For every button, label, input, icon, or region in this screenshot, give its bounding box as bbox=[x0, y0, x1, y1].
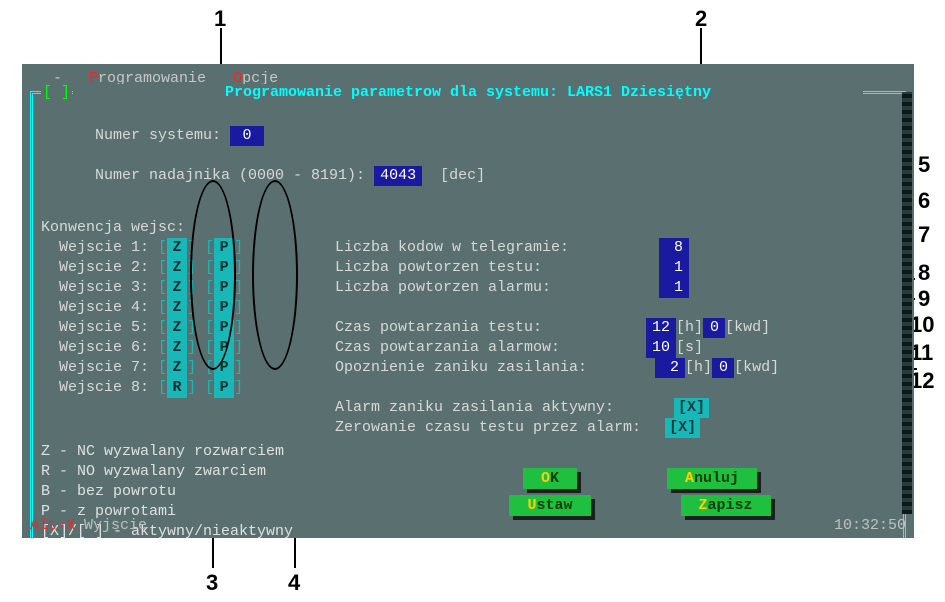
frame-title: Programowanie parametrow dla systemu: LA… bbox=[73, 84, 863, 101]
zapisz-button[interactable]: Zapisz bbox=[681, 495, 771, 516]
liczba-powt-alarmu-label: Liczba powtorzen alarmu: bbox=[335, 279, 551, 296]
wejscie-5-b[interactable]: P bbox=[214, 318, 234, 338]
wejscie-6-a[interactable]: Z bbox=[167, 338, 187, 358]
wejscie-1-b[interactable]: P bbox=[214, 238, 234, 258]
wejscie-7-a[interactable]: Z bbox=[167, 358, 187, 378]
status-label: Wyjscie bbox=[84, 517, 147, 534]
wejscie-4-b[interactable]: P bbox=[214, 298, 234, 318]
numer-nadajnika-input[interactable]: 4043 bbox=[374, 166, 422, 186]
callout-4: 4 bbox=[288, 570, 300, 596]
liczba-kodow-label: Liczba kodow w telegramie: bbox=[335, 239, 569, 256]
wejscie-7-label: Wejscie 7: bbox=[59, 359, 149, 376]
callout-5: 5 bbox=[918, 152, 930, 178]
scrollbar[interactable] bbox=[902, 92, 912, 514]
opoznienie-h[interactable]: 2 bbox=[655, 358, 685, 378]
status-time: 10:32:50 bbox=[834, 517, 906, 534]
wejscie-1-a[interactable]: Z bbox=[167, 238, 187, 258]
wejscie-4-a[interactable]: Z bbox=[167, 298, 187, 318]
status-bar: Alt-X Wyjscie 10:32:50 bbox=[30, 517, 906, 534]
liczba-powt-alarmu-input[interactable]: 1 bbox=[659, 278, 689, 298]
legend-line: Z - NC wyzwalany rozwarciem bbox=[41, 442, 371, 462]
status-hotkey: Alt-X bbox=[30, 517, 75, 534]
wejscie-2-b[interactable]: P bbox=[214, 258, 234, 278]
ustaw-button[interactable]: Ustaw bbox=[509, 495, 590, 516]
wejscie-5-label: Wejscie 5: bbox=[59, 319, 149, 336]
wejscie-8-label: Wejscie 8: bbox=[59, 379, 149, 396]
numer-nadajnika-label: Numer nadajnika (0000 - 8191): bbox=[95, 167, 365, 184]
callout-8: 8 bbox=[918, 260, 930, 286]
wejscie-8-b[interactable]: P bbox=[214, 378, 234, 398]
wejscie-7-b[interactable]: P bbox=[214, 358, 234, 378]
wejscie-6-b[interactable]: P bbox=[214, 338, 234, 358]
wejscie-4-label: Wejscie 4: bbox=[59, 299, 149, 316]
numer-systemu-label: Numer systemu: bbox=[95, 127, 221, 144]
callout-9: 9 bbox=[918, 286, 930, 312]
anuluj-button[interactable]: Anuluj bbox=[667, 468, 757, 489]
ok-button[interactable]: OK bbox=[523, 468, 577, 489]
callout-6: 6 bbox=[918, 188, 930, 214]
terminal-window: - Programowanie Opcje [ ] Programowanie … bbox=[22, 64, 914, 538]
opoznienie-label: Opoznienie zaniku zasilania: bbox=[335, 359, 587, 376]
czas-powt-alarmow-input[interactable]: 10 bbox=[646, 338, 676, 358]
callout-7: 7 bbox=[918, 222, 930, 248]
zerowanie-checkbox[interactable]: [X] bbox=[665, 418, 700, 438]
wejscie-5-a[interactable]: Z bbox=[167, 318, 187, 338]
numer-nadajnika-unit: [dec] bbox=[440, 167, 485, 184]
alarm-zaniku-checkbox[interactable]: [X] bbox=[674, 398, 709, 418]
callout-3: 3 bbox=[206, 570, 218, 596]
czas-powt-alarmow-label: Czas powtarzania alarmow: bbox=[335, 339, 560, 356]
dialog-frame: [ ] Programowanie parametrow dla systemu… bbox=[30, 91, 906, 538]
wejscie-2-a[interactable]: Z bbox=[167, 258, 187, 278]
czas-powt-testu-kwd[interactable]: 0 bbox=[703, 318, 725, 338]
czas-powt-testu-h[interactable]: 12 bbox=[646, 318, 676, 338]
wejscie-1-label: Wejscie 1: bbox=[59, 239, 149, 256]
wejscie-3-b[interactable]: P bbox=[214, 278, 234, 298]
wejscie-6-label: Wejscie 6: bbox=[59, 339, 149, 356]
liczba-powt-testu-input[interactable]: 1 bbox=[659, 258, 689, 278]
frame-mark: [ ] bbox=[41, 84, 72, 101]
konwencja-header: Konwencja wejsc: bbox=[41, 219, 185, 236]
wejscie-8-a[interactable]: R bbox=[167, 378, 187, 398]
zerowanie-label: Zerowanie czasu testu przez alarm: bbox=[335, 419, 641, 436]
czas-powt-testu-label: Czas powtarzania testu: bbox=[335, 319, 542, 336]
liczba-powt-testu-label: Liczba powtorzen testu: bbox=[335, 259, 542, 276]
legend-line: B - bez powrotu bbox=[41, 482, 371, 502]
alarm-zaniku-label: Alarm zaniku zasilania aktywny: bbox=[335, 399, 614, 416]
wejscie-3-a[interactable]: Z bbox=[167, 278, 187, 298]
numer-systemu-input[interactable]: 0 bbox=[230, 126, 264, 146]
wejscie-3-label: Wejscie 3: bbox=[59, 279, 149, 296]
legend-line: R - NO wyzwalany zwarciem bbox=[41, 462, 371, 482]
liczba-kodow-input[interactable]: 8 bbox=[659, 238, 689, 258]
opoznienie-kwd[interactable]: 0 bbox=[712, 358, 734, 378]
wejscie-2-label: Wejscie 2: bbox=[59, 259, 149, 276]
